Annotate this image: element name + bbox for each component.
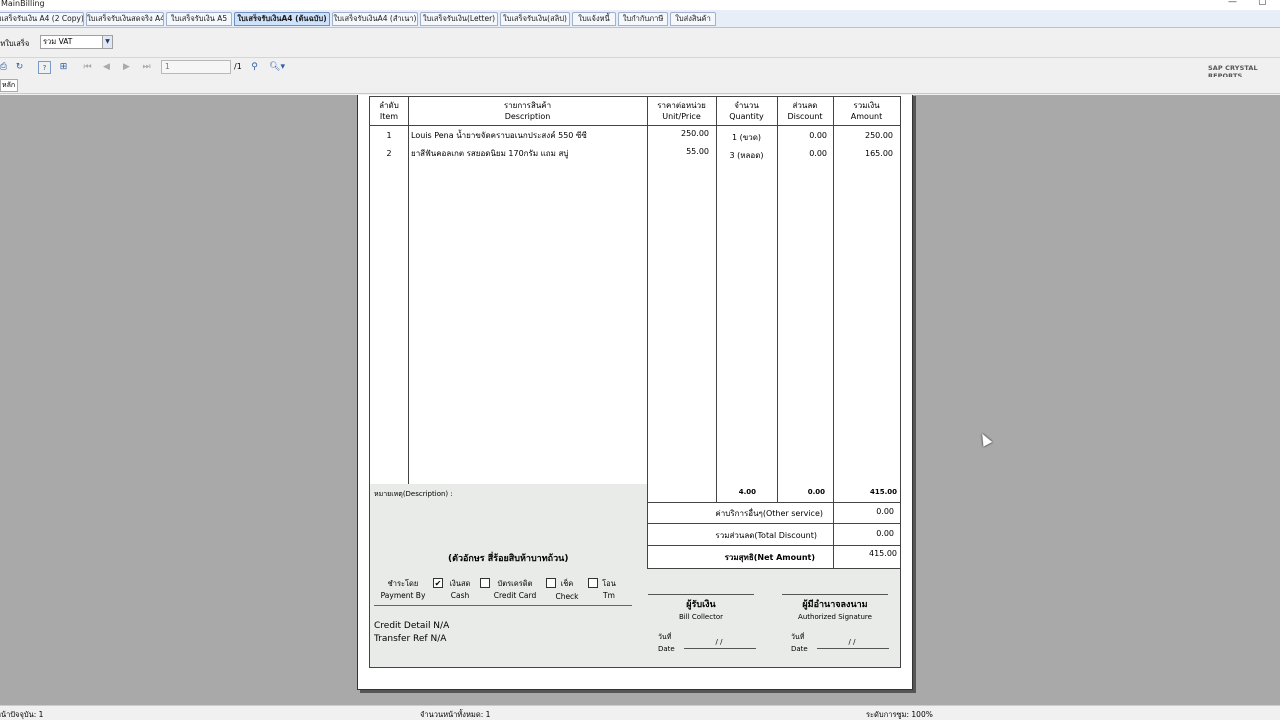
table-row-2-desc: ยาสีฟันคอลเกต รสยอดนิยม 170กรัม แถม สบู่ [411,149,569,158]
cash-checkbox: ✔ [433,578,443,588]
refresh-icon[interactable]: ↻ [13,61,26,74]
header-description: รายการสินค้า Description [503,101,552,121]
total-discount-col: 0.00 [807,488,825,496]
header-item: ลำดับ Item [379,101,399,121]
collector-date-label: วันที่ Date [658,633,675,653]
total-amount-col: 415.00 [869,488,897,496]
status-bar: หน้าปัจจุบัน: 1 จำนวนหน้าทั้งหมด: 1 ระดั… [0,705,1280,720]
table-row-1-disc: 0.00 [809,131,827,140]
credit-detail: Credit Detail N/A [374,621,450,631]
next-page-icon[interactable]: ▶ [120,61,133,74]
bill-collector-th: ผู้รับเงิน [686,600,716,610]
table-row-2-qty: 3 (หลอด) [729,151,764,160]
transfer-ref: Transfer Ref N/A [374,634,447,644]
total-qty: 4.00 [738,488,756,496]
prev-page-icon[interactable]: ◀ [100,61,113,74]
signer-date-value: / / [848,638,856,646]
maximize-button[interactable]: ▢ [1258,0,1267,7]
help-icon[interactable]: ? [38,61,51,74]
receipt-type-label: ประเภทใบเสร็จ [0,39,30,48]
credit-card-label: บัตรเครดิต Credit Card [493,579,537,600]
tab-a4-copy[interactable]: ใบเสร็จรับเงินA4 (สำเนา) [332,12,418,26]
header-discount: ส่วนลด Discount [787,101,823,121]
check-label: เช็ค Check [555,579,579,601]
invoice-table: ลำดับ Item รายการสินค้า Description ราคาต่… [369,96,901,668]
net-amount-value: 415.00 [869,549,897,558]
mouse-cursor-icon [977,431,993,447]
minimize-button[interactable]: — [1228,0,1237,7]
table-row-1-desc: Louis Pena น้ำยาขจัดคราบอเนกประสงค์ 550 … [411,131,587,140]
window-title: MainBilling [1,0,45,8]
credit-card-checkbox [480,578,490,588]
report-viewer[interactable]: ลำดับ Item รายการสินค้า Description ราคาต่… [0,95,1280,705]
table-row-2-disc: 0.00 [809,149,827,158]
binoculars-icon[interactable]: ⚲ [248,61,261,74]
authorized-signature-en: Authorized Signature [798,613,872,621]
header-amount: รวมเงิน Amount [850,101,883,121]
total-discount-label: รวมส่วนลด(Total Discount) [715,531,817,540]
header-quantity: จำนวน Quantity [729,101,764,121]
table-row-1-amount: 250.00 [865,131,893,140]
tab-delivery[interactable]: ใบส่งสินค้า [670,12,716,26]
bill-collector-en: Bill Collector [679,613,723,621]
tab-a5[interactable]: ใบเสร็จรับเงิน A5 [166,12,232,26]
table-row-1-qty: 1 (ขวด) [731,133,762,142]
page-total: /1 [234,62,242,71]
report-tabs: ใบเสร็จรับเงิน A4 (2 Copy) ใบเสร็จรับเงิ… [0,10,1280,28]
print-icon[interactable]: ⎙ [0,61,10,74]
collector-date-value: / / [715,638,723,646]
page-number-input[interactable]: 1 [161,60,231,74]
tab-main-report[interactable]: หลัก [0,79,18,92]
tab-cash-a4[interactable]: ใบเสร็จรับเงินสดจริง A4 [86,12,164,26]
tab-tax-invoice[interactable]: ใบกำกับภาษี [618,12,668,26]
signer-date-label: วันที่ Date [791,633,808,653]
first-page-icon[interactable]: ⏮ [81,61,94,74]
current-page-status: หน้าปัจจุบัน: 1 [0,710,44,719]
authorized-signature-th: ผู้มีอำนาจลงนาม [802,600,868,610]
tab-letter[interactable]: ใบเสร็จรับเงิน(Letter) [420,12,498,26]
net-amount-label: รวมสุทธิ(Net Amount) [724,553,815,562]
title-bar: MainBilling — ▢ [0,0,1280,10]
last-page-icon[interactable]: ⏭ [140,61,153,74]
header-unit-price: ราคาต่อหน่วย Unit/Price [657,101,706,121]
table-row-2-amount: 165.00 [865,149,893,158]
cash-label: เงินสด Cash [449,579,471,600]
zoom-status: ระดับการซูม: 100% [866,710,933,719]
chevron-down-icon[interactable]: ▼ [102,36,112,48]
tab-a4-original[interactable]: ใบเสร็จรับเงินA4 (ต้นฉบับ) [234,12,330,26]
table-row-2-item: 2 [386,149,392,158]
transfer-label: โอน Tm [602,579,616,600]
table-row-1-item: 1 [386,131,392,140]
report-page: ลำดับ Item รายการสินค้า Description ราคาต่… [357,95,913,690]
tab-a4-2copy[interactable]: ใบเสร็จรับเงิน A4 (2 Copy) [0,12,84,26]
table-row-2-price: 55.00 [686,147,709,156]
zoom-icon[interactable]: 🔍︎▾ [266,61,288,74]
total-discount-value: 0.00 [876,529,894,538]
group-tree-icon[interactable]: ⊞ [57,61,70,74]
other-service-label: ค่าบริการอื่นๆ(Other service) [715,509,823,518]
receipt-type-select[interactable]: รวม VAT ▼ [40,35,113,49]
table-row-1-price: 250.00 [681,129,709,138]
transfer-checkbox [588,578,598,588]
other-service-value: 0.00 [876,507,894,516]
payment-by-label: ชำระโดย Payment By [380,579,426,600]
tab-invoice[interactable]: ใบแจ้งหนี้ [572,12,616,26]
remark-label: หมายเหตุ(Description) : [374,490,453,498]
receipt-type-row: ประเภทใบเสร็จ รวม VAT ▼ [0,28,1280,58]
receipt-type-value: รวม VAT [43,37,73,46]
total-pages-status: จำนวนหน้าทั้งหมด: 1 [420,710,491,719]
tab-slip[interactable]: ใบเสร็จรับเงิน(สลิป) [500,12,570,26]
report-subtabs: หลัก [0,77,1280,94]
amount-in-words: (ตัวอักษร สี่ร้อยสิบห้าบาทถ้วน) [448,554,569,564]
